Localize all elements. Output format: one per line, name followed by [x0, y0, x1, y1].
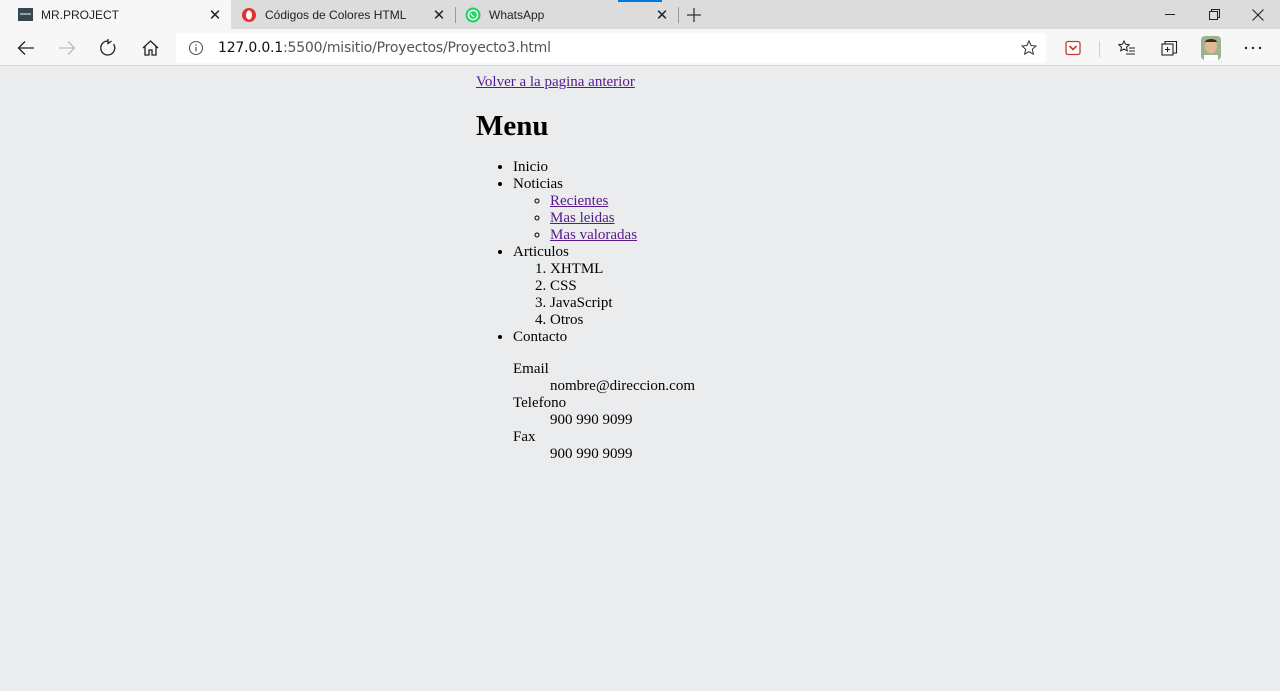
minimize-icon — [1164, 14, 1175, 15]
list-item: CSS — [550, 278, 695, 295]
list-item: Mas valoradas — [550, 227, 695, 244]
pocket-icon — [1065, 40, 1081, 56]
collections-button[interactable] — [1154, 33, 1184, 63]
tab-whatsapp[interactable]: WhatsApp ✕ — [456, 0, 678, 29]
favorites-button[interactable] — [1112, 33, 1142, 63]
link-mas-valoradas[interactable]: Mas valoradas — [550, 227, 637, 243]
tab-title: WhatsApp — [489, 7, 545, 22]
back-button[interactable] — [11, 33, 41, 63]
list-item: JavaScript — [550, 295, 695, 312]
contact-value-telefono: 900 990 9099 — [550, 412, 633, 428]
noticias-submenu: Recientes Mas leidas Mas valoradas — [513, 193, 695, 244]
plus-icon — [687, 8, 701, 22]
restore-button[interactable] — [1192, 0, 1236, 29]
menu-item-articulos: Articulos — [513, 244, 569, 260]
url-host: 127.0.0.1 — [218, 40, 283, 56]
whatsapp-favicon-icon — [465, 7, 481, 23]
tab-separator — [678, 7, 679, 23]
list-item: Articulos XHTML CSS JavaScript Otros — [513, 244, 695, 329]
contact-value-fax: 900 990 9099 — [550, 446, 633, 462]
star-icon — [1021, 40, 1037, 56]
contact-details: Email nombre@direccion.com Telefono 900 … — [513, 361, 695, 463]
tab-title: MR.PROJECT — [41, 7, 119, 22]
contact-term-fax: Fax — [513, 429, 536, 445]
list-item: Mas leidas — [550, 210, 695, 227]
link-recientes[interactable]: Recientes — [550, 193, 608, 209]
link-mas-leidas[interactable]: Mas leidas — [550, 210, 615, 226]
close-tab-icon[interactable]: ✕ — [205, 5, 225, 25]
close-icon — [1252, 8, 1264, 21]
home-icon — [142, 40, 158, 56]
arrow-left-icon — [17, 41, 34, 55]
home-button[interactable] — [135, 33, 165, 63]
window-controls — [1148, 0, 1280, 29]
tab-title: Códigos de Colores HTML — [265, 7, 407, 22]
restore-icon — [1208, 9, 1220, 20]
page-content: Volver a la pagina anterior Menu Inicio … — [476, 66, 695, 463]
pocket-extension-button[interactable] — [1058, 33, 1088, 63]
refresh-button[interactable] — [93, 33, 123, 63]
forward-button[interactable] — [52, 33, 82, 63]
list-item: Otros — [550, 312, 695, 329]
menu-item-inicio: Inicio — [513, 159, 548, 175]
contact-term-email: Email — [513, 361, 549, 377]
tab-mr-project[interactable]: MR.PROJECT ✕ — [0, 0, 231, 29]
favorites-list-icon — [1118, 40, 1135, 55]
tab-codigos-colores[interactable]: Códigos de Colores HTML ✕ — [231, 0, 455, 29]
address-bar[interactable]: 127.0.0.1:5500/misitio/Proyectos/Proyect… — [176, 33, 1046, 63]
contact-value-email: nombre@direccion.com — [550, 378, 696, 394]
refresh-icon — [100, 39, 116, 56]
list-item: Recientes — [550, 193, 695, 210]
url-path: :5500/misitio/Proyectos/Proyecto3.html — [283, 40, 551, 56]
new-tab-button[interactable] — [682, 3, 706, 27]
profile-avatar[interactable] — [1196, 33, 1226, 63]
list-item: Inicio — [513, 159, 695, 176]
list-item: Contacto Email nombre@direccion.com Tele… — [513, 329, 695, 463]
opera-favicon-icon — [241, 7, 257, 23]
list-item: XHTML — [550, 261, 695, 278]
info-icon[interactable] — [188, 40, 204, 56]
project-favicon-icon — [17, 7, 33, 23]
close-tab-icon[interactable]: ✕ — [652, 5, 672, 25]
favorite-star-button[interactable] — [1018, 37, 1040, 59]
list-item: Noticias Recientes Mas leidas Mas valora… — [513, 176, 695, 244]
main-menu-list: Inicio Noticias Recientes Mas leidas Mas… — [476, 159, 695, 463]
url-text[interactable]: 127.0.0.1:5500/misitio/Proyectos/Proyect… — [218, 40, 551, 56]
browser-toolbar: 127.0.0.1:5500/misitio/Proyectos/Proyect… — [0, 29, 1280, 66]
minimize-button[interactable] — [1148, 0, 1192, 29]
close-tab-icon[interactable]: ✕ — [429, 5, 449, 25]
avatar-icon — [1201, 36, 1221, 60]
articulos-submenu: XHTML CSS JavaScript Otros — [513, 261, 695, 329]
contact-term-telefono: Telefono — [513, 395, 567, 411]
toolbar-divider — [1099, 41, 1100, 57]
more-options-button[interactable] — [1238, 33, 1268, 63]
collections-icon — [1160, 40, 1177, 56]
page-title: Menu — [476, 110, 549, 142]
menu-item-noticias: Noticias — [513, 176, 563, 192]
back-link[interactable]: Volver a la pagina anterior — [476, 74, 695, 91]
arrow-right-icon — [59, 41, 76, 55]
more-dots-icon — [1244, 46, 1262, 50]
tab-strip: MR.PROJECT ✕ Códigos de Colores HTML ✕ W… — [0, 0, 1280, 29]
close-window-button[interactable] — [1236, 0, 1280, 29]
menu-item-contacto: Contacto — [513, 329, 568, 345]
